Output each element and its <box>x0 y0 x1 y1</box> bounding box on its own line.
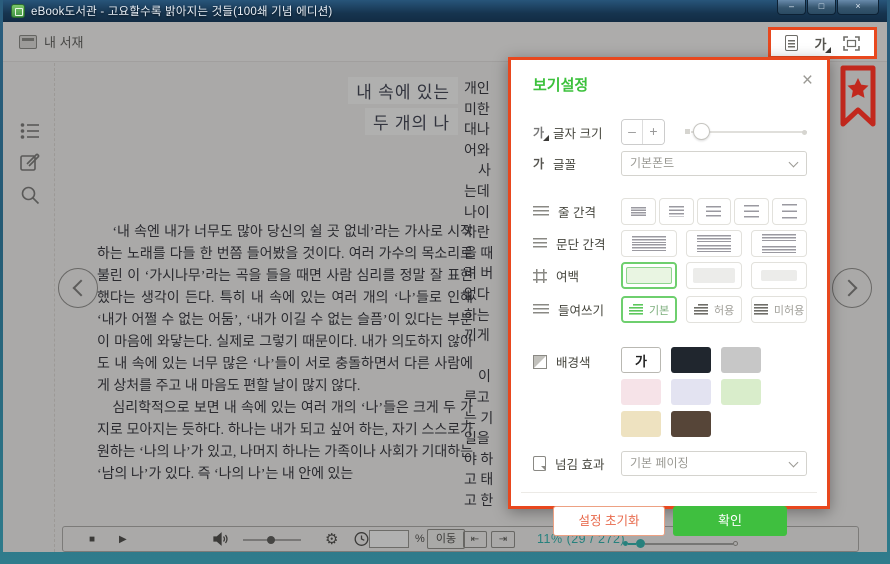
page-effect-dropdown[interactable]: 기본 페이징 <box>621 451 807 476</box>
close-window-button[interactable]: × <box>837 0 879 15</box>
bookmark-ribbon-icon[interactable] <box>839 64 877 132</box>
paragraph-spacing-label: 문단 간격 <box>556 234 605 253</box>
font-label: 글꼴 <box>553 154 576 173</box>
font-dropdown[interactable]: 기본폰트 <box>621 151 807 176</box>
paragraph-spacing-row: 문단 간격 <box>533 230 807 257</box>
view-settings-font-icon[interactable]: 가 <box>815 34 827 53</box>
bg-swatch-green[interactable] <box>721 379 761 405</box>
font-icon: 가 <box>533 155 544 172</box>
page-effect-row: 넘김 효과 기본 페이징 <box>533 451 807 476</box>
chevron-down-icon <box>789 458 799 468</box>
indent-disallow-icon <box>754 304 768 315</box>
font-size-stepper: – + <box>621 119 665 145</box>
chevron-down-icon <box>789 158 799 168</box>
reset-settings-button[interactable]: 설정 초기화 <box>553 506 665 536</box>
bg-swatch-gray[interactable] <box>721 347 761 373</box>
line-spacing-option-2[interactable] <box>659 198 694 225</box>
line-spacing-option-5[interactable] <box>772 198 807 225</box>
font-size-decrease-button[interactable]: – <box>622 120 643 144</box>
paragraph-spacing-option-1[interactable] <box>621 230 677 257</box>
viewer-mode-icon[interactable] <box>785 35 798 51</box>
bg-swatch-pink[interactable] <box>621 379 661 405</box>
indent-option-disallow[interactable]: 미허용 <box>751 296 807 323</box>
page-effect-value: 기본 페이징 <box>630 456 689 470</box>
font-size-row: 가 글자 크기 – + <box>533 119 807 145</box>
bg-swatch-label: 가 <box>635 351 647 370</box>
indent-default-icon <box>629 304 643 315</box>
indent-disallow-label: 미허용 <box>774 302 804 318</box>
paragraph-spacing-option-3[interactable] <box>751 230 807 257</box>
bg-swatch-lavender[interactable] <box>671 379 711 405</box>
margin-option-2[interactable] <box>686 262 742 289</box>
font-size-label: 글자 크기 <box>553 123 602 142</box>
line-spacing-icon <box>533 206 549 218</box>
window-frame-bottom <box>3 552 887 564</box>
bg-swatch-dark[interactable] <box>671 347 711 373</box>
margin-label: 여백 <box>556 266 579 285</box>
font-row: 가 글꼴 기본폰트 <box>533 151 807 176</box>
indent-row: 들여쓰기 기본 허용 미허용 <box>533 296 807 323</box>
line-spacing-option-4[interactable] <box>734 198 769 225</box>
indent-label: 들여쓰기 <box>558 300 604 319</box>
font-size-icon: 가 <box>533 124 544 141</box>
background-color-icon <box>533 355 547 369</box>
line-spacing-label: 줄 간격 <box>558 202 596 221</box>
window-title: eBook도서관 - 고요할수록 밝아지는 것들(100쇄 기념 에디션) <box>31 3 332 19</box>
indent-allow-icon <box>694 304 708 315</box>
bg-swatch-brown[interactable] <box>671 411 711 437</box>
panel-divider <box>521 492 817 493</box>
titlebar: eBook도서관 - 고요할수록 밝아지는 것들(100쇄 기념 에디션) – … <box>3 0 887 22</box>
indent-allow-label: 허용 <box>714 302 734 318</box>
font-size-increase-button[interactable]: + <box>643 120 664 144</box>
margin-icon <box>533 269 547 283</box>
indent-icon <box>533 304 549 316</box>
indent-option-allow[interactable]: 허용 <box>686 296 742 323</box>
font-size-slider[interactable] <box>691 131 807 133</box>
line-spacing-option-3[interactable] <box>697 198 732 225</box>
font-dropdown-value: 기본폰트 <box>630 156 674 170</box>
page-effect-icon <box>533 456 546 471</box>
page-effect-label: 넘김 효과 <box>555 454 604 473</box>
background-color-swatches: 가 <box>621 347 807 437</box>
panel-close-icon[interactable]: × <box>802 70 813 92</box>
panel-title: 보기설정 <box>533 74 807 95</box>
bg-swatch-white[interactable]: 가 <box>621 347 661 373</box>
bg-swatch-cream[interactable] <box>621 411 661 437</box>
minimize-button[interactable]: – <box>777 0 806 15</box>
window-controls: – □ × <box>776 0 879 15</box>
app-logo-icon <box>11 4 25 18</box>
paragraph-spacing-option-2[interactable] <box>686 230 742 257</box>
margin-row: 여백 <box>533 262 807 289</box>
paragraph-spacing-icon <box>533 238 547 250</box>
app-area: 내 서재 내 속에 있는 두 개의 나 ‘내 속엔 내가 너무 <box>3 22 887 552</box>
line-spacing-option-1[interactable] <box>621 198 656 225</box>
margin-option-1[interactable] <box>621 262 677 289</box>
viewer-tools-highlight-box: 가 <box>768 27 877 59</box>
line-spacing-row: 줄 간격 <box>533 198 807 225</box>
app-window: eBook도서관 - 고요할수록 밝아지는 것들(100쇄 기념 에디션) – … <box>0 0 890 564</box>
fullscreen-icon[interactable] <box>843 36 860 51</box>
background-color-row: 배경색 가 <box>533 347 807 437</box>
maximize-button[interactable]: □ <box>807 0 836 15</box>
view-settings-panel: 보기설정 × 가 글자 크기 – + 가 글꼴 <box>508 57 830 509</box>
font-size-slider-knob[interactable] <box>693 123 710 140</box>
confirm-button[interactable]: 확인 <box>673 506 787 536</box>
indent-option-default[interactable]: 기본 <box>621 296 677 323</box>
margin-option-3[interactable] <box>751 262 807 289</box>
panel-footer: 설정 초기화 확인 <box>533 506 807 536</box>
background-color-label: 배경색 <box>556 352 591 371</box>
indent-default-label: 기본 <box>649 302 669 318</box>
